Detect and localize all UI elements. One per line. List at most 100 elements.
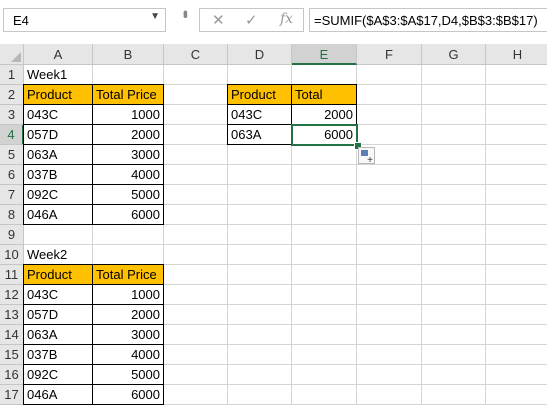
grid-cell[interactable] [422,205,486,225]
week1-title[interactable]: Week1 [24,65,93,85]
grid-cell[interactable] [357,125,422,145]
grid-cell[interactable] [486,105,547,125]
grid-cell[interactable] [164,185,228,205]
grid-cell[interactable] [486,385,547,405]
formula-input[interactable]: =SUMIF($A$3:$A$17,D4,$B$3:$B$17) [309,8,547,32]
grid-cell[interactable] [422,65,486,85]
grid-cell[interactable] [357,305,422,325]
grid-cell[interactable] [93,245,164,265]
grid-cell[interactable] [164,305,228,325]
grid-cell[interactable] [164,325,228,345]
grid-cell[interactable] [292,265,357,285]
name-box[interactable]: E4 ▼ [3,8,166,32]
product-cell[interactable]: 046A [23,204,93,225]
chevron-down-icon[interactable]: ▼ [150,11,160,22]
grid-cell[interactable] [228,165,292,185]
table-header-cell[interactable]: Product [23,264,93,285]
grid-cell[interactable] [164,85,228,105]
grid-cell[interactable] [422,385,486,405]
price-cell[interactable]: 6000 [92,384,164,405]
grid-cell[interactable] [164,125,228,145]
grid-cell[interactable] [357,165,422,185]
grid-cell[interactable] [486,85,547,105]
grid-cell[interactable] [422,165,486,185]
row-header-9[interactable]: 9 [0,225,24,245]
row-header-13[interactable]: 13 [0,305,24,325]
row-header-2[interactable]: 2 [0,85,24,105]
row-header-10[interactable]: 10 [0,245,24,265]
row-header-12[interactable]: 12 [0,285,24,305]
grid-cell[interactable] [357,85,422,105]
table-header-cell[interactable]: Total Price [92,84,164,105]
column-header-e[interactable]: E [292,44,357,65]
row-header-16[interactable]: 16 [0,365,24,385]
grid-cell[interactable] [357,185,422,205]
price-cell[interactable]: 3000 [92,324,164,345]
grid-cell[interactable] [164,165,228,185]
grid-cell[interactable] [422,185,486,205]
grid-cell[interactable] [164,205,228,225]
column-header-c[interactable]: C [164,44,228,65]
grid-cell[interactable] [486,65,547,85]
grid-cell[interactable] [422,265,486,285]
grid-cell[interactable] [228,185,292,205]
product-cell[interactable]: 037B [23,344,93,365]
row-header-7[interactable]: 7 [0,185,24,205]
grid-cell[interactable] [486,165,547,185]
price-cell[interactable]: 1000 [92,284,164,305]
row-header-5[interactable]: 5 [0,145,24,165]
row-header-3[interactable]: 3 [0,105,24,125]
grid-cell[interactable] [292,325,357,345]
grid-cell[interactable] [292,305,357,325]
table-header-cell[interactable]: Total [291,84,357,105]
grid-cell[interactable] [486,285,547,305]
grid-cell[interactable] [357,225,422,245]
product-cell[interactable]: 043C [23,104,93,125]
grid-cell[interactable] [164,225,228,245]
row-header-4[interactable]: 4 [0,125,24,145]
quick-analysis-icon[interactable] [358,147,375,166]
grid-cell[interactable] [292,65,357,85]
price-cell[interactable]: 4000 [92,164,164,185]
column-header-h[interactable]: H [486,44,547,65]
grid-cell[interactable] [486,305,547,325]
grid-cell[interactable] [164,105,228,125]
grid-cell[interactable] [228,205,292,225]
grid-cell[interactable] [228,245,292,265]
product-cell[interactable]: 043C [227,104,292,125]
grid-cell[interactable] [422,105,486,125]
grid-cell[interactable] [228,145,292,165]
row-header-1[interactable]: 1 [0,65,24,85]
grid-cell[interactable] [164,145,228,165]
grid-cell[interactable] [357,365,422,385]
grid-cell[interactable] [292,225,357,245]
grid-cell[interactable] [292,165,357,185]
product-cell[interactable]: 063A [23,324,93,345]
row-header-15[interactable]: 15 [0,345,24,365]
grid-cell[interactable] [357,325,422,345]
grid-cell[interactable] [486,125,547,145]
price-cell[interactable]: 2000 [92,304,164,325]
grid-cell[interactable] [357,285,422,305]
grid-cell[interactable] [292,185,357,205]
grid-cell[interactable] [422,125,486,145]
grid-cell[interactable] [357,65,422,85]
column-header-f[interactable]: F [357,44,422,65]
price-cell[interactable]: 1000 [92,104,164,125]
table-header-cell[interactable]: Product [23,84,93,105]
grid-cell[interactable] [486,185,547,205]
grid-cell[interactable] [292,285,357,305]
grid-cell[interactable] [486,325,547,345]
grid-cell[interactable] [292,365,357,385]
grid-cell[interactable] [357,385,422,405]
product-cell[interactable]: 063A [23,144,93,165]
table-header-cell[interactable]: Total Price [92,264,164,285]
grid-cell[interactable] [292,245,357,265]
grid-cell[interactable] [486,365,547,385]
product-cell[interactable]: 092C [23,184,93,205]
grid-cell[interactable] [422,345,486,365]
grid-cell[interactable] [357,105,422,125]
grid-cell[interactable] [164,285,228,305]
grid-cell[interactable] [486,345,547,365]
product-cell[interactable]: 043C [23,284,93,305]
